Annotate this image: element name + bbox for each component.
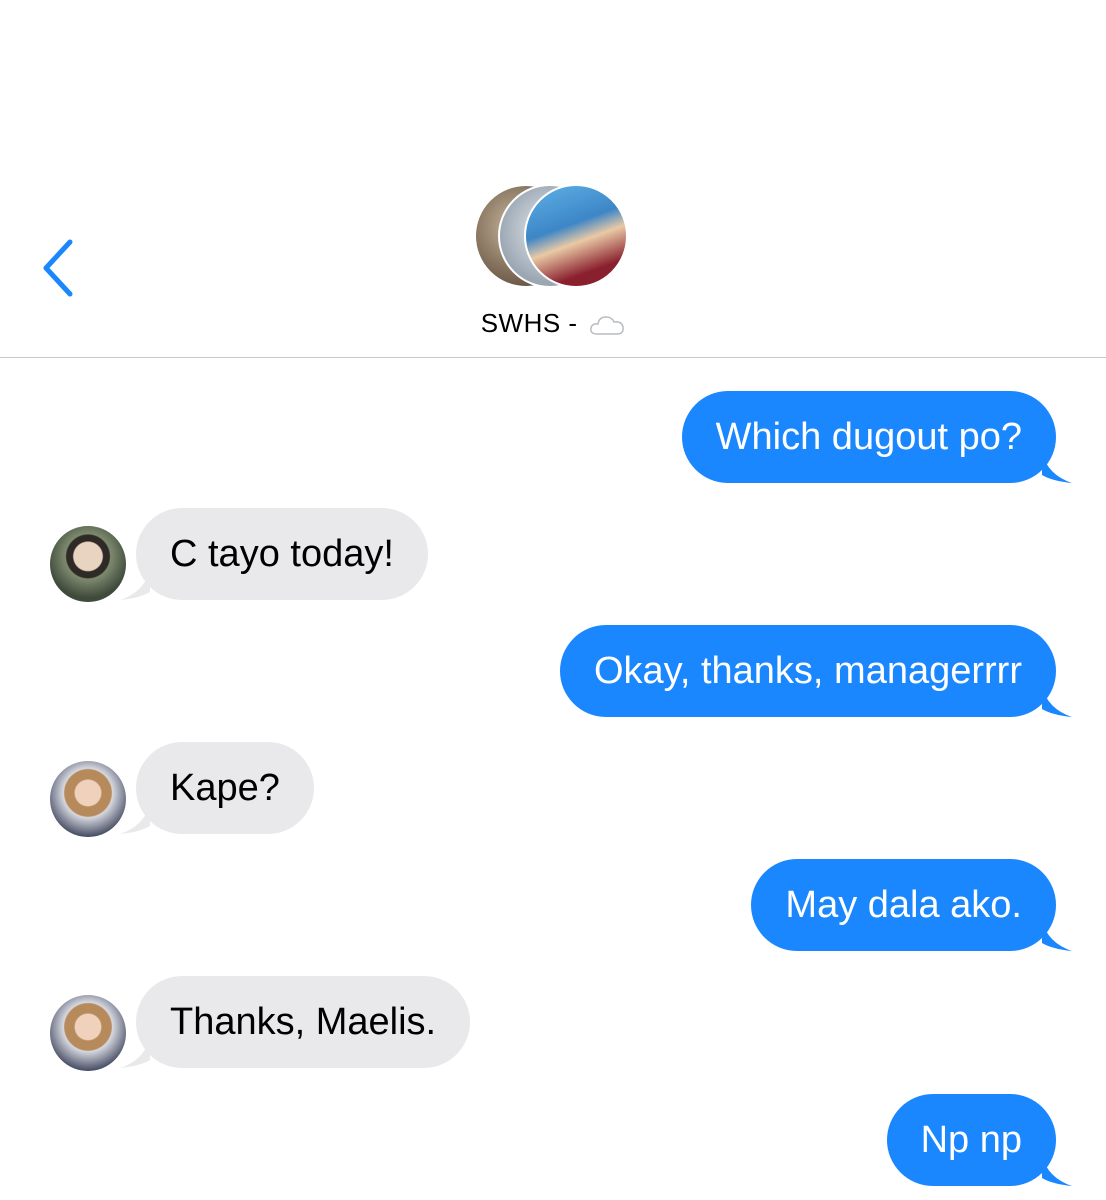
group-avatar-stack[interactable] (474, 184, 634, 292)
incoming-message-bubble[interactable]: Kape? (120, 742, 314, 834)
bubble-tail (1042, 1156, 1072, 1186)
chevron-left-icon (43, 239, 73, 297)
message-text: Kape? (170, 767, 280, 809)
cloud-icon (590, 316, 625, 335)
bubble-tail (120, 804, 150, 834)
bubble-tail (120, 1038, 150, 1068)
group-member-avatar (524, 184, 628, 288)
message-text: C tayo today! (170, 533, 394, 575)
outgoing-message-bubble[interactable]: Which dugout po? (681, 391, 1072, 483)
sender-avatar[interactable] (50, 761, 126, 837)
sender-avatar[interactable] (50, 526, 126, 602)
message-text: Np np (920, 1119, 1022, 1161)
message-text: Which dugout po? (715, 416, 1022, 458)
message-text: May dala ako. (785, 884, 1022, 926)
message-text: Okay, thanks, managerrrr (593, 650, 1022, 692)
bubble-tail (120, 570, 150, 600)
message-text: Thanks, Maelis. (170, 1001, 437, 1043)
outgoing-message-bubble[interactable]: Okay, thanks, managerrrr (559, 625, 1072, 717)
group-name: SWHS - (480, 308, 578, 338)
incoming-message-bubble[interactable]: Thanks, Maelis. (120, 976, 471, 1068)
imessage-conversation: SWHS - Which dugout po? C tayo today! Ok… (0, 0, 1106, 1200)
incoming-message-bubble[interactable]: C tayo today! (120, 508, 428, 600)
sender-avatar[interactable] (50, 995, 126, 1071)
bubble-tail (1042, 921, 1072, 951)
bubble-tail (1042, 687, 1072, 717)
outgoing-message-bubble[interactable]: May dala ako. (751, 859, 1072, 951)
group-title[interactable]: SWHS - (0, 308, 1106, 339)
conversation-header: SWHS - (0, 0, 1106, 358)
outgoing-message-bubble[interactable]: Np np (886, 1094, 1072, 1186)
bubble-tail (1042, 453, 1072, 483)
back-button[interactable] (30, 232, 90, 302)
